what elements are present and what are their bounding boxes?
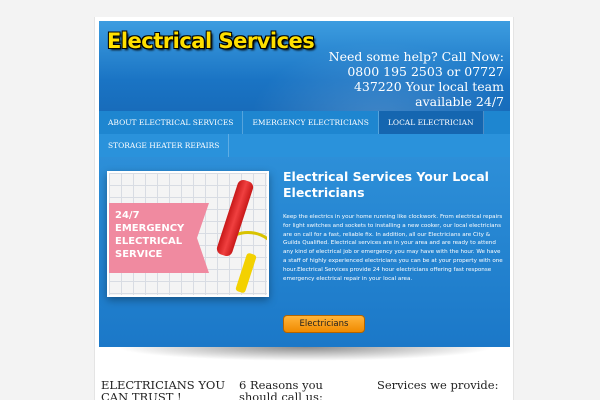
nav-item-about[interactable]: ABOUT ELECTRICAL SERVICES [99,111,244,134]
hero-title: Electrical Services Your Local Electrici… [283,169,489,200]
hero-shadow [115,347,495,361]
hero-image: 24/7 EMERGENCY ELECTRICAL SERVICE [107,171,269,297]
hero-body: Keep the electrics in your home running … [283,214,503,282]
nav-item-local-electrician[interactable]: LOCAL ELECTRICIAN [378,111,484,134]
main-nav: ABOUT ELECTRICAL SERVICES EMERGENCY ELEC… [99,111,510,157]
banner-text: 24/7 EMERGENCY ELECTRICAL SERVICE [115,210,185,260]
site-logo[interactable]: Electrical Services [107,29,315,53]
nav-row-2: STORAGE HEATER REPAIRS [99,134,510,157]
electricians-button[interactable]: Electricians [283,315,365,333]
page-container: Electrical Services Need some help? Call… [94,17,514,400]
column-title-services: Services we provide: [377,378,499,392]
nav-item-storage-heater[interactable]: STORAGE HEATER REPAIRS [99,134,230,157]
hero-section: 24/7 EMERGENCY ELECTRICAL SERVICE Electr… [99,157,510,347]
header-callout: Need some help? Call Now: 0800 195 2503 … [328,49,504,109]
nav-item-emergency[interactable]: EMERGENCY ELECTRICIANS [243,111,379,134]
column-title-reasons: 6 Reasons you should call us: [239,378,323,400]
nav-row-1: ABOUT ELECTRICAL SERVICES EMERGENCY ELEC… [99,111,510,134]
column-title-trust: ELECTRICIANS YOU CAN TRUST ! [101,378,226,400]
